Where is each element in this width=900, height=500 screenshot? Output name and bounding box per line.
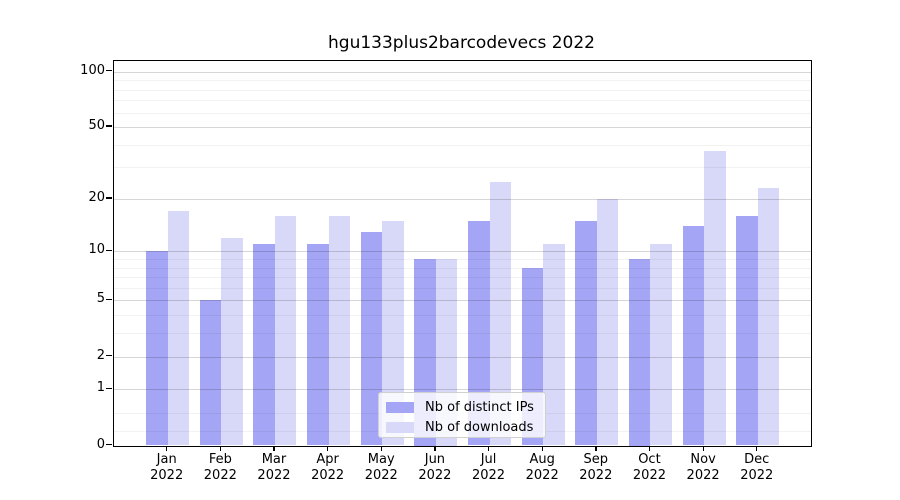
- gridline-minor: [114, 167, 811, 168]
- y-tick-label: 0: [40, 437, 105, 453]
- gridline-minor: [114, 315, 811, 316]
- y-axis-tick: [106, 70, 112, 71]
- bar-downloads-aug: [543, 244, 565, 445]
- bar-distinct-ips-apr: [307, 244, 329, 445]
- gridline-major: [114, 251, 811, 252]
- gridline-minor: [114, 90, 811, 91]
- x-axis-tick: [220, 446, 221, 451]
- gridline-major: [114, 389, 811, 390]
- gridline-minor: [114, 145, 811, 146]
- gridline-minor: [114, 288, 811, 289]
- gridline-minor: [114, 277, 811, 278]
- bar-downloads-jan: [168, 211, 190, 445]
- y-axis-tick: [106, 299, 112, 300]
- chart-title: hgu133plus2barcodevecs 2022: [113, 33, 810, 53]
- gridline-major: [114, 72, 811, 73]
- gridline-minor: [114, 259, 811, 260]
- x-axis-tick: [488, 446, 489, 451]
- y-axis-tick: [106, 125, 112, 126]
- y-axis-tick: [106, 388, 112, 389]
- x-axis-tick: [756, 446, 757, 451]
- bar-downloads-oct: [650, 244, 672, 445]
- y-tick-label: 5: [40, 291, 105, 307]
- plot-area: [113, 60, 812, 447]
- legend-label-distinct-ips: Nb of distinct IPs: [425, 400, 534, 415]
- y-tick-label: 100: [40, 63, 105, 79]
- y-tick-label: 1: [40, 380, 105, 396]
- gridline-minor: [114, 100, 811, 101]
- x-axis-tick: [327, 446, 328, 451]
- x-axis-tick: [273, 446, 274, 451]
- chart-figure: hgu133plus2barcodevecs 2022 0 1 2 5 10 20 50 10…: [0, 0, 900, 500]
- gridline-major: [114, 300, 811, 301]
- gridline-minor: [114, 268, 811, 269]
- y-tick-label: 50: [40, 118, 105, 134]
- x-axis-tick: [542, 446, 543, 451]
- x-axis-tick: [703, 446, 704, 451]
- y-axis-tick: [106, 355, 112, 356]
- gridline-major: [114, 127, 811, 128]
- bar-downloads-dec: [758, 188, 780, 445]
- gridline-minor: [114, 80, 811, 81]
- gridline-minor: [114, 113, 811, 114]
- y-axis-tick: [106, 444, 112, 445]
- x-axis-tick: [166, 446, 167, 451]
- y-axis-tick: [106, 197, 112, 198]
- gridline-major: [114, 357, 811, 358]
- legend-row-distinct-ips: Nb of distinct IPs: [386, 397, 545, 417]
- x-axis-tick: [434, 446, 435, 451]
- legend-row-downloads: Nb of downloads: [386, 417, 545, 437]
- x-axis-tick: [649, 446, 650, 451]
- y-axis-tick: [106, 250, 112, 251]
- y-tick-label: 10: [40, 242, 105, 258]
- gridline-minor: [114, 333, 811, 334]
- x-axis-tick: [381, 446, 382, 451]
- bar-distinct-ips-feb: [200, 300, 222, 445]
- bar-downloads-sep: [597, 199, 619, 446]
- bar-downloads-feb: [221, 238, 243, 446]
- legend: Nb of distinct IPs Nb of downloads: [378, 392, 546, 438]
- bar-distinct-ips-jan: [146, 251, 168, 445]
- x-tick-label: Dec2022: [722, 452, 792, 483]
- legend-swatch-downloads: [386, 422, 414, 433]
- bar-distinct-ips-mar: [253, 244, 275, 445]
- x-axis-tick: [595, 446, 596, 451]
- gridline-major: [114, 199, 811, 200]
- legend-swatch-distinct-ips: [386, 402, 414, 413]
- y-tick-label: 2: [40, 348, 105, 364]
- legend-label-downloads: Nb of downloads: [425, 420, 533, 435]
- bar-downloads-nov: [704, 151, 726, 446]
- y-tick-label: 20: [40, 190, 105, 206]
